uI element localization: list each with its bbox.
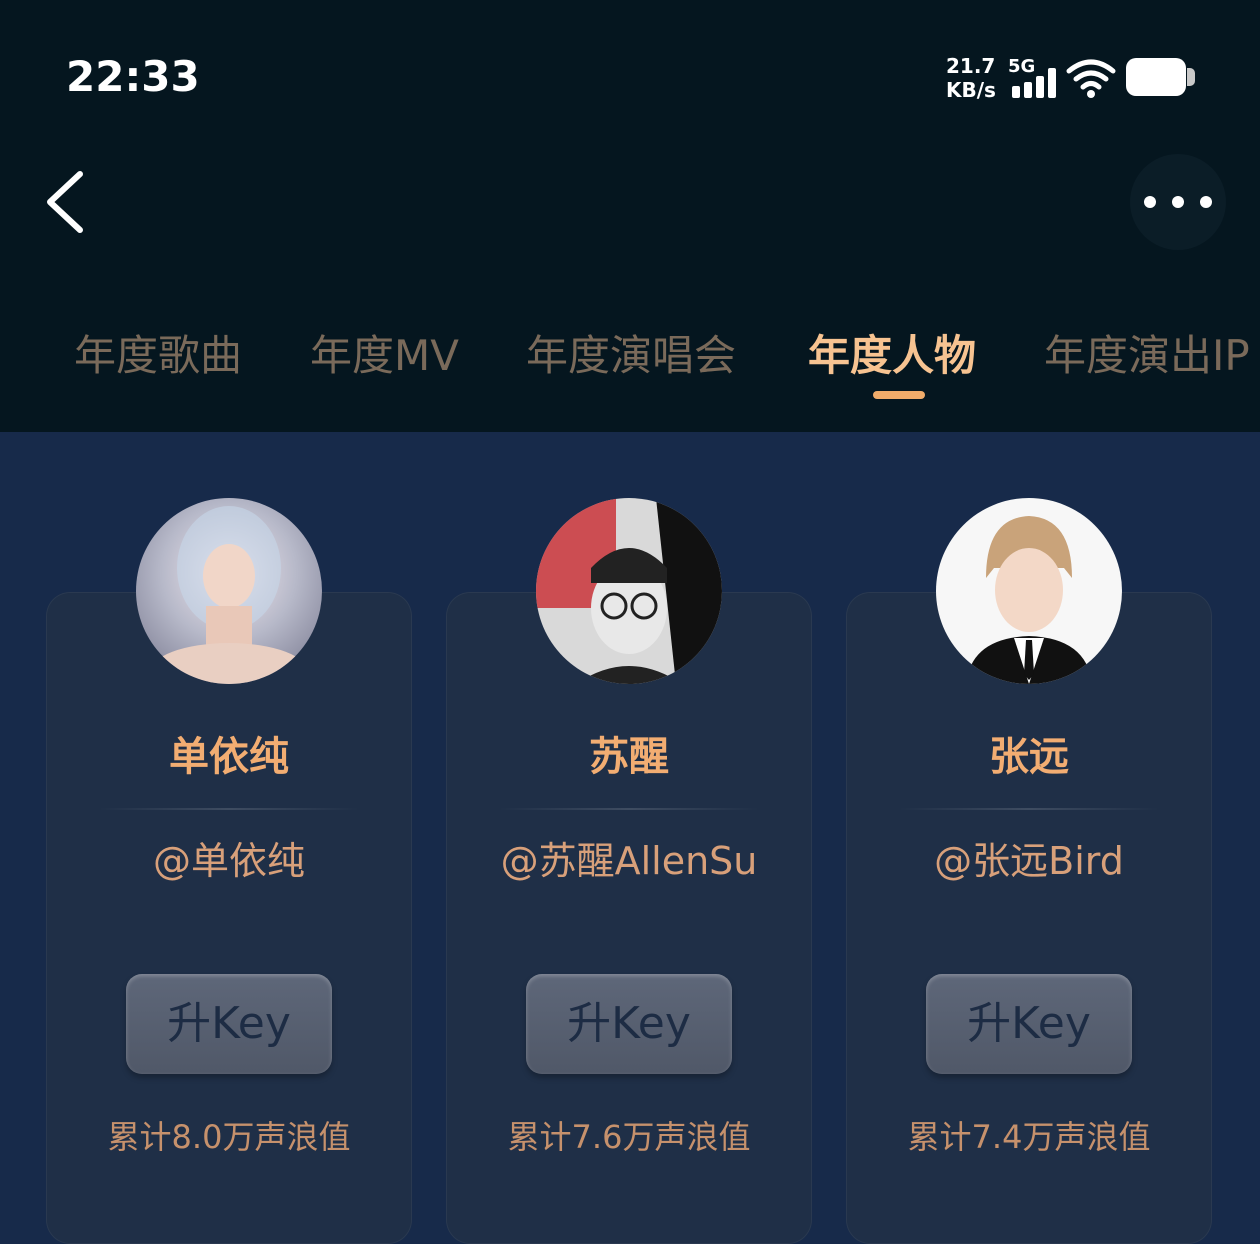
boost-key-button[interactable]: 升Key xyxy=(526,974,732,1074)
network-speed: 21.7 KB/s xyxy=(946,54,996,102)
avatar[interactable] xyxy=(936,498,1122,684)
score-text: 累计7.4万声浪值 xyxy=(907,1118,1151,1156)
more-button[interactable] xyxy=(1130,154,1226,250)
person-handle[interactable]: @苏醒AllenSu xyxy=(446,830,812,885)
tab-mv[interactable]: 年度MV xyxy=(310,322,459,383)
avatar[interactable] xyxy=(136,498,322,684)
active-tab-indicator xyxy=(873,391,925,399)
tab-show-ip[interactable]: 年度演出IP xyxy=(1044,322,1250,383)
network-speed-unit: KB/s xyxy=(946,78,996,102)
person-handle[interactable]: @张远Bird xyxy=(846,830,1212,885)
tab-people[interactable]: 年度人物 xyxy=(808,322,976,383)
boost-key-button[interactable]: 升Key xyxy=(126,974,332,1074)
chevron-left-icon[interactable] xyxy=(40,166,100,238)
battery-icon xyxy=(1126,58,1186,96)
person-name: 张远 xyxy=(989,734,1069,780)
avatar[interactable] xyxy=(536,498,722,684)
score-text: 累计7.6万声浪值 xyxy=(507,1118,751,1156)
battery-tip xyxy=(1187,68,1195,86)
divider xyxy=(499,808,759,810)
cellular-signal-icon: 5G xyxy=(1008,56,1060,102)
network-speed-value: 21.7 xyxy=(946,54,996,78)
score-text: 累计8.0万声浪值 xyxy=(107,1118,351,1156)
divider xyxy=(899,808,1159,810)
boost-key-button[interactable]: 升Key xyxy=(926,974,1132,1074)
more-dots-icon xyxy=(1144,196,1156,208)
status-time: 22:33 xyxy=(66,52,200,101)
network-type: 5G xyxy=(1008,56,1036,77)
divider xyxy=(99,808,359,810)
tab-concert[interactable]: 年度演唱会 xyxy=(526,322,736,383)
person-handle[interactable]: @单依纯 xyxy=(46,830,412,885)
person-name: 单依纯 xyxy=(169,734,289,780)
person-name: 苏醒 xyxy=(589,734,669,780)
tab-songs[interactable]: 年度歌曲 xyxy=(74,322,242,383)
wifi-icon xyxy=(1066,59,1116,98)
